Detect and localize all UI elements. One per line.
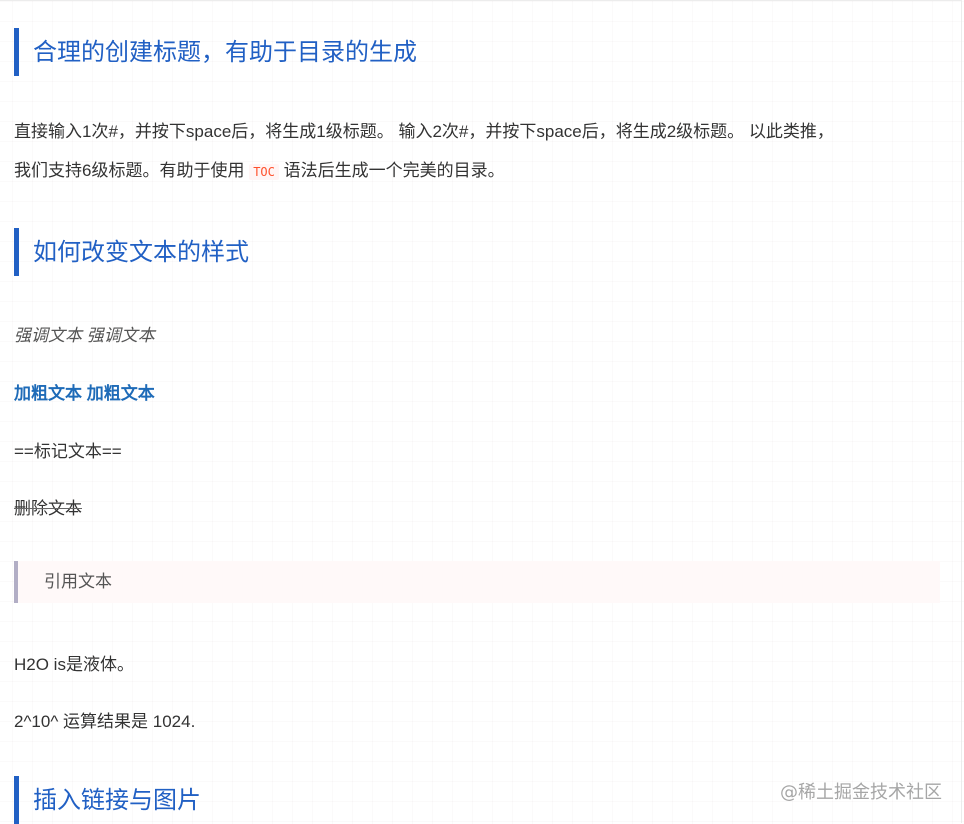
heading-text-styles: 如何改变文本的样式 [14,228,249,276]
intro-line-1: 直接输入1次#，并按下space后，将生成1级标题。 输入2次#，并按下spac… [14,122,834,141]
heading-create-titles: 合理的创建标题，有助于目录的生成 [14,28,417,76]
toc-code: TOC [249,164,279,180]
bold-text: 加粗文本 加粗文本 [14,379,155,404]
intro-paragraph: 直接输入1次#，并按下space后，将生成1级标题。 输入2次#，并按下spac… [14,112,834,192]
superscript-text: 2^10^ 运算结果是 1024. [14,712,196,731]
heading-links-images: 插入链接与图片 [14,776,201,824]
quote-block: 引用文本 [14,561,940,603]
strike-text: 删除文本 [14,494,82,519]
mark-text: ==标记文本== [14,442,122,461]
juejin-watermark: @稀土掘金技术社区 [780,782,942,803]
intro-line-2-after: 语法后生成一个完美的目录。 [278,161,505,180]
emphasis-text: 强调文本 强调文本 [14,321,155,346]
strike-span: 删除文本 [14,499,82,518]
emphasis-span: 强调文本 强调文本 [14,326,155,345]
bold-span: 加粗文本 加粗文本 [14,384,155,403]
subscript-text: H2O is是液体。 [14,655,134,674]
intro-line-2-before: 我们支持6级标题。有助于使用 [14,161,250,180]
